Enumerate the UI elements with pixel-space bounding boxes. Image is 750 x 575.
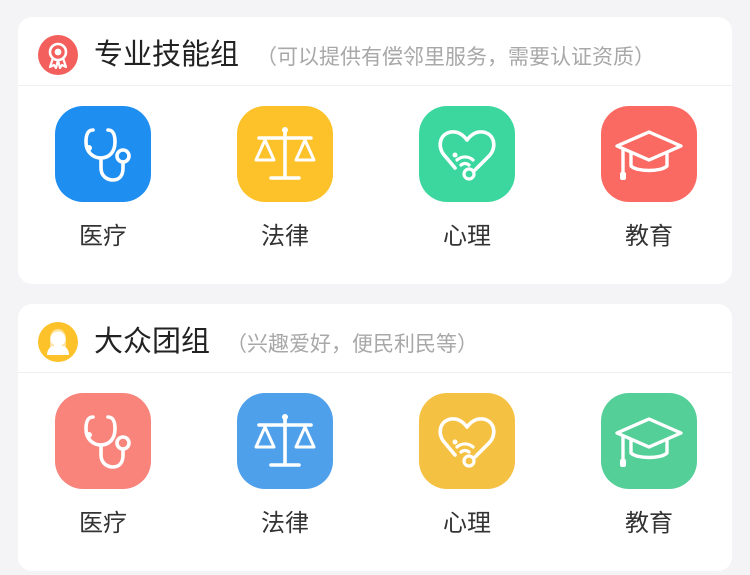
public-group-header: 大众团组 （兴趣爱好，便民利民等） (18, 304, 732, 373)
graduation-cap-icon (601, 106, 697, 202)
person-avatar-icon (38, 322, 78, 362)
category-label: 教育 (625, 222, 673, 250)
category-label: 心理 (443, 222, 491, 250)
section-subtitle: （兴趣爱好，便民利民等） (226, 332, 478, 356)
public-group-card: 大众团组 （兴趣爱好，便民利民等） 医疗 法律 心理 教育 (18, 304, 732, 571)
category-label: 教育 (625, 509, 673, 537)
scales-icon (237, 106, 333, 202)
stethoscope-icon (55, 106, 151, 202)
category-legal[interactable]: 法律 (200, 106, 370, 256)
professional-group-header: 专业技能组 （可以提供有偿邻里服务，需要认证资质） (18, 17, 732, 86)
section-title: 专业技能组 (94, 37, 240, 71)
category-label: 心理 (443, 509, 491, 537)
category-medical[interactable]: 医疗 (18, 393, 188, 543)
professional-group-card: 专业技能组 （可以提供有偿邻里服务，需要认证资质） 医疗 法律 心理 教育 (18, 17, 732, 284)
category-label: 法律 (261, 509, 309, 537)
category-label: 法律 (261, 222, 309, 250)
category-education[interactable]: 教育 (564, 106, 734, 256)
heart-signal-icon (419, 393, 515, 489)
stethoscope-icon (55, 393, 151, 489)
category-education[interactable]: 教育 (564, 393, 734, 543)
section-title: 大众团组 (94, 324, 211, 358)
category-medical[interactable]: 医疗 (18, 106, 188, 256)
category-legal[interactable]: 法律 (200, 393, 370, 543)
heart-signal-icon (419, 106, 515, 202)
category-label: 医疗 (79, 222, 127, 250)
section-subtitle: （可以提供有偿邻里服务，需要认证资质） (256, 45, 655, 69)
category-label: 医疗 (79, 509, 127, 537)
category-psychology[interactable]: 心理 (382, 393, 552, 543)
award-ribbon-icon (38, 35, 78, 75)
category-psychology[interactable]: 心理 (382, 106, 552, 256)
scales-icon (237, 393, 333, 489)
graduation-cap-icon (601, 393, 697, 489)
